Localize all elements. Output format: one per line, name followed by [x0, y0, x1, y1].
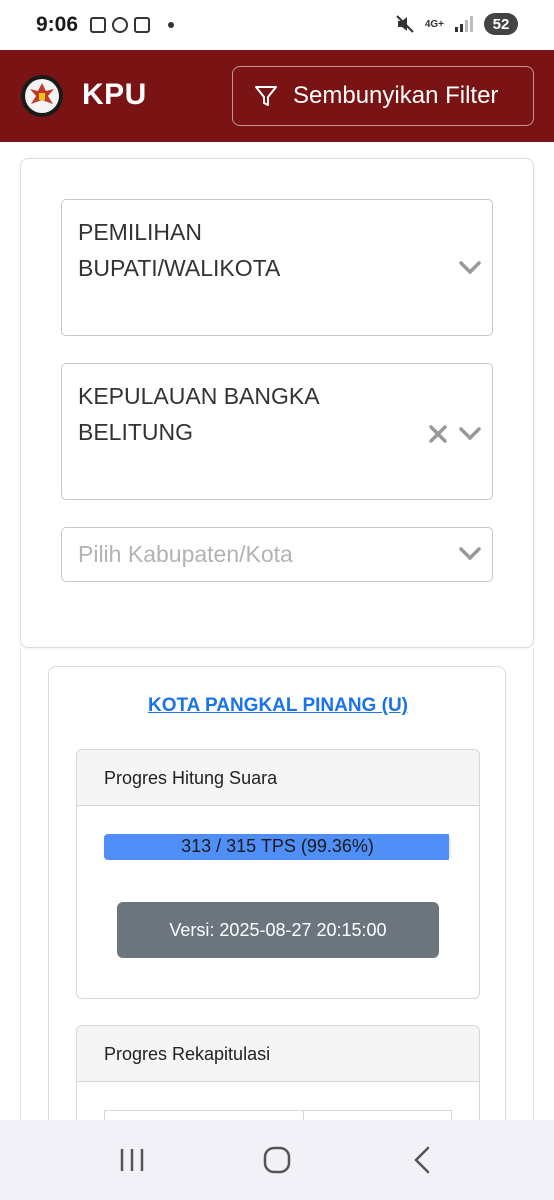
- back-button[interactable]: [402, 1140, 442, 1180]
- recap-panel-title: Progres Rekapitulasi: [77, 1026, 479, 1082]
- status-bar: 9:06 4G+ 52: [0, 0, 554, 50]
- recent-apps-icon: [121, 1149, 144, 1171]
- filter-icon: [255, 86, 277, 106]
- status-system-icons: 4G+ 52: [395, 13, 518, 35]
- home-button[interactable]: [257, 1140, 297, 1180]
- network-type: 4G+: [424, 18, 444, 30]
- chevron-down-icon[interactable]: [458, 256, 482, 280]
- clear-selection-icon[interactable]: [428, 424, 448, 444]
- home-icon: [263, 1146, 291, 1174]
- chevron-down-icon[interactable]: [458, 542, 482, 566]
- regency-placeholder: Pilih Kabupaten/Kota: [78, 541, 293, 567]
- recent-apps-button[interactable]: [112, 1140, 152, 1180]
- container-border-right: [533, 648, 534, 1128]
- vote-count-panel: Progres Hitung Suara 313 / 315 TPS (99.3…: [76, 749, 480, 999]
- app-screen: 9:06 4G+ 52 KPU Sembunyikan Filter PEMIL…: [0, 0, 554, 1200]
- container-border-left: [20, 648, 21, 1128]
- filter-panel: PEMILIHAN BUPATI/WALIKOTA KEPULAUAN BANG…: [20, 158, 534, 648]
- screenshot-icon: [90, 17, 107, 33]
- signal-icon: [455, 16, 473, 32]
- copy-icon: [134, 17, 151, 33]
- vote-count-progress-bar: 313 / 315 TPS (99.36%): [104, 834, 451, 860]
- election-type-select[interactable]: PEMILIHAN BUPATI/WALIKOTA: [61, 199, 493, 336]
- back-icon: [413, 1146, 429, 1174]
- province-value: KEPULAUAN BANGKA BELITUNG: [78, 383, 319, 445]
- battery-indicator: 52: [484, 13, 518, 35]
- version-button[interactable]: Versi: 2025-08-27 20:15:00: [117, 902, 439, 958]
- more-notifications-dot-icon: [168, 22, 175, 28]
- app-header: KPU Sembunyikan Filter: [0, 50, 554, 142]
- vote-count-panel-title: Progres Hitung Suara: [77, 750, 479, 806]
- brand-title: KPU: [82, 78, 147, 111]
- chrome-icon: [112, 17, 129, 33]
- toggle-filter-label: Sembunyikan Filter: [293, 82, 499, 109]
- regency-select[interactable]: Pilih Kabupaten/Kota: [61, 527, 493, 582]
- status-time: 9:06: [36, 13, 79, 36]
- kpu-garuda-logo-icon: [21, 75, 63, 117]
- province-select[interactable]: KEPULAUAN BANGKA BELITUNG: [61, 363, 493, 500]
- mute-icon: [396, 15, 414, 33]
- progress-text: 313 / 315 TPS (99.36%): [181, 836, 374, 856]
- election-type-value: PEMILIHAN BUPATI/WALIKOTA: [78, 219, 281, 281]
- chevron-down-icon[interactable]: [458, 422, 482, 446]
- status-notification-icons: [90, 17, 175, 33]
- system-navigation-bar: [0, 1120, 554, 1200]
- toggle-filter-button[interactable]: Sembunyikan Filter: [232, 66, 534, 126]
- region-link[interactable]: KOTA PANGKAL PINANG (U): [49, 695, 507, 717]
